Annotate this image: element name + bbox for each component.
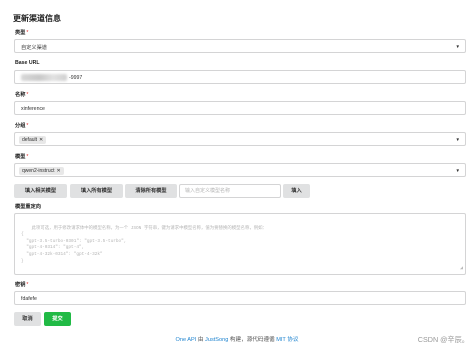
group-tag[interactable]: default ✕ [19,135,47,144]
fill-related-models-button[interactable]: 填入相关模型 [14,184,67,198]
model-mapping-placeholder: 此项可选，用于修改请求体中的模型名称，为一个 JSON 字符串，键为请求中模型名… [21,225,267,264]
models-label: 模型* [15,154,29,160]
close-icon[interactable]: ✕ [39,137,43,143]
watermark: CSDN @辛辰。 [417,335,469,344]
name-input[interactable]: xinference [14,101,466,115]
clear-all-models-button[interactable]: 清除所有模型 [125,184,177,198]
base-url-label: Base URL [15,60,40,66]
fill-button[interactable]: 填入 [283,184,310,198]
caret-down-icon: ▼ [455,137,460,142]
key-label: 密钥* [15,282,29,288]
key-input[interactable]: fdafefe [14,291,466,305]
model-mapping-textarea[interactable]: 此项可选，用于修改请求体中的模型名称，为一个 JSON 字符串，键为请求中模型名… [14,213,466,275]
name-value: xinference [21,106,45,112]
key-value: fdafefe [21,296,37,302]
type-label: 类型* [15,30,29,36]
redacted-text [21,74,67,81]
group-label: 分组* [15,123,29,129]
edit-channel-card: 更新渠道信息 类型* 自定义渠道 ▼ Base URL -9997 名称* xi… [6,5,468,327]
author-link[interactable]: JustSong [205,337,228,343]
base-url-value: -9997 [69,75,83,81]
type-select[interactable]: 自定义渠道 ▼ [14,39,466,53]
one-api-link[interactable]: One API [175,337,196,343]
caret-down-icon: ▼ [455,168,460,173]
fill-all-models-button[interactable]: 填入所有模型 [70,184,123,198]
custom-model-input[interactable]: 输入自定义模型名称 [179,184,281,198]
resize-handle-icon[interactable]: ◢ [460,265,463,272]
base-url-input[interactable]: -9997 [14,70,466,84]
submit-button[interactable]: 提交 [44,312,71,326]
name-label: 名称* [15,92,29,98]
models-select[interactable]: qwen2-instruct ✕ ▼ [14,163,466,177]
license-link[interactable]: MIT 协议 [276,337,298,343]
type-value: 自定义渠道 [21,45,47,51]
cancel-button[interactable]: 取消 [14,312,41,326]
footer: One API 由 JustSong 构建，源代码遵循 MIT 协议 [175,337,299,343]
caret-down-icon: ▼ [455,44,460,49]
page-title: 更新渠道信息 [13,14,61,23]
close-icon[interactable]: ✕ [57,168,61,174]
group-select[interactable]: default ✕ ▼ [14,132,466,146]
model-tag[interactable]: qwen2-instruct ✕ [19,166,64,175]
model-mapping-label: 模型重定向 [15,204,41,210]
